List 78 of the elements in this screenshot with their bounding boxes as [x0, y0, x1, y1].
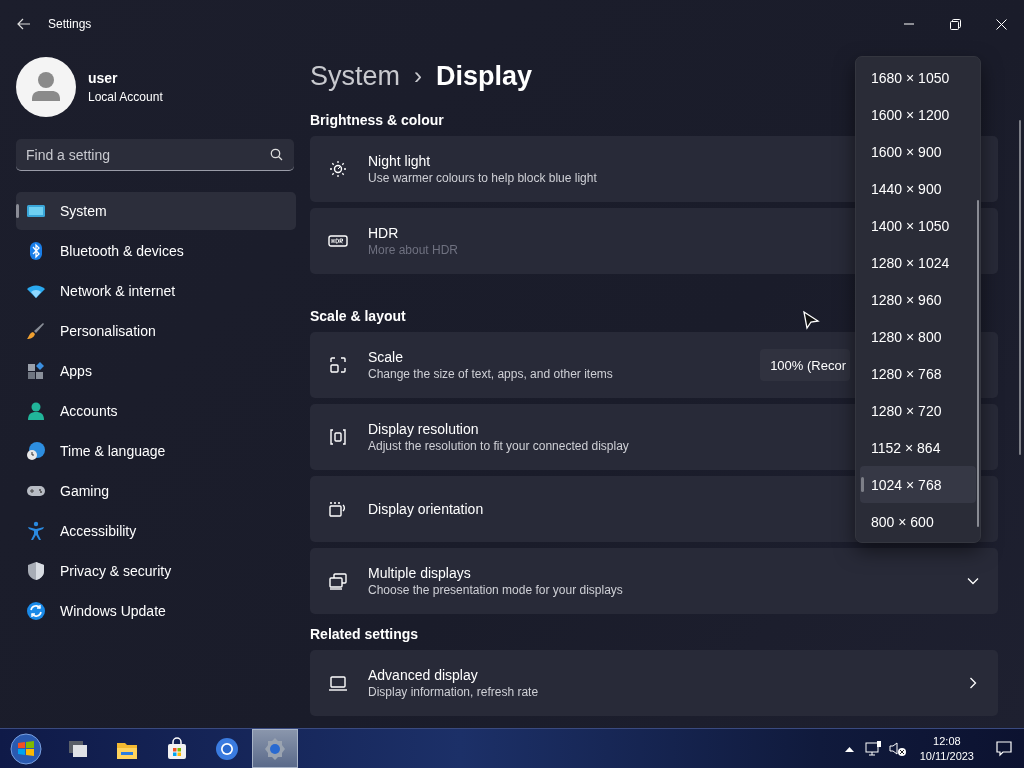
search-icon[interactable]	[270, 148, 283, 161]
resolution-option[interactable]: 1152 × 864	[860, 429, 976, 466]
section-heading: Related settings	[310, 626, 419, 642]
setting-description: Change the size of text, apps, and other items	[368, 367, 613, 381]
back-arrow-icon	[17, 17, 31, 31]
minimize-icon	[904, 23, 914, 25]
resolution-option[interactable]: 1280 × 768	[860, 355, 976, 392]
scrollbar[interactable]	[1019, 120, 1021, 455]
nav-item[interactable]: Accessibility	[16, 512, 296, 550]
browser-icon	[215, 736, 239, 761]
store-icon	[165, 736, 189, 761]
accessibility-icon	[26, 521, 46, 541]
close-icon	[995, 18, 1007, 30]
resolution-option[interactable]: 800 × 600	[860, 503, 976, 540]
setting-card[interactable]: Multiple displays Choose the presentation mode for your displays	[310, 548, 998, 614]
nav-item[interactable]: Bluetooth & devices	[16, 232, 296, 270]
setting-title: Display resolution	[368, 421, 479, 437]
person-icon	[26, 401, 46, 421]
setting-description: More about HDR	[368, 243, 459, 257]
nav-item[interactable]: Network & internet	[16, 272, 296, 310]
network-icon	[864, 740, 883, 757]
windows-logo-icon	[10, 732, 42, 765]
breadcrumb-separator: ›	[414, 62, 423, 90]
gear-icon	[263, 736, 287, 761]
avatar-icon	[16, 57, 76, 117]
window-title: Settings	[48, 17, 92, 31]
setting-card[interactable]: Advanced display Display information, refresh rate	[310, 650, 998, 716]
setting-title: Advanced display	[368, 667, 478, 683]
apps-icon	[26, 361, 46, 381]
nav-item[interactable]: Gaming	[16, 472, 296, 510]
setting-description: Display information, refresh rate	[368, 685, 539, 699]
resolution-option[interactable]: 1680 × 1050	[860, 59, 976, 96]
orientation-icon	[328, 499, 348, 519]
resolution-icon	[328, 427, 348, 447]
resolution-option[interactable]: 1600 × 1200	[860, 96, 976, 133]
setting-title: Scale	[368, 349, 404, 365]
nav-item[interactable]: Time & language	[16, 432, 296, 470]
page-title: Display	[436, 60, 533, 92]
section-heading: Scale & layout	[310, 308, 406, 324]
account-type: Local Account	[88, 90, 163, 104]
user-name: user	[88, 70, 119, 86]
paintbrush-icon	[26, 321, 46, 341]
setting-title: HDR	[368, 225, 399, 241]
restore-icon	[949, 18, 961, 30]
clock-time: 12:08	[933, 735, 961, 747]
volume-muted-icon	[888, 740, 907, 757]
menu-scrollbar[interactable]	[977, 200, 979, 527]
update-icon	[26, 601, 46, 621]
resolution-option[interactable]: 1024 × 768	[860, 466, 976, 503]
resolution-option[interactable]: 1280 × 960	[860, 281, 976, 318]
setting-title: Multiple displays	[368, 565, 471, 581]
setting-description: Choose the presentation mode for your displays	[368, 583, 623, 597]
nav-item[interactable]: Accounts	[16, 392, 296, 430]
nav-item[interactable]: Personalisation	[16, 312, 296, 350]
speech-bubble-icon	[996, 740, 1012, 757]
setting-description: Adjust the resolution to fit your connected display	[368, 439, 629, 453]
nav-item[interactable]: System	[16, 192, 296, 230]
sun-moon-icon	[328, 159, 348, 179]
multiple-displays-icon	[328, 571, 348, 591]
nav-item[interactable]: Apps	[16, 352, 296, 390]
breadcrumb-parent[interactable]: System	[310, 60, 401, 92]
section-heading: Brightness & colour	[310, 112, 444, 128]
setting-title: Display orientation	[368, 501, 484, 517]
laptop-icon	[328, 673, 348, 693]
globe-clock-icon	[26, 441, 46, 461]
scale-icon	[328, 355, 348, 375]
mouse-pointer-icon	[802, 310, 820, 332]
setting-title: Night light	[368, 153, 431, 169]
nav-item[interactable]: Privacy & security	[16, 552, 296, 590]
resolution-option[interactable]: 1400 × 1050	[860, 207, 976, 244]
scale-dropdown[interactable]: 100% (Recor	[760, 349, 850, 381]
setting-description: Use warmer colours to help block blue light	[368, 171, 597, 185]
caret-up-icon	[845, 745, 855, 752]
resolution-option[interactable]: 1600 × 900	[860, 133, 976, 170]
clock-date: 10/11/2023	[919, 750, 974, 762]
nav-item[interactable]: Windows Update	[16, 592, 296, 630]
search-field[interactable]: Find a setting	[16, 139, 294, 171]
shield-icon	[26, 561, 46, 581]
